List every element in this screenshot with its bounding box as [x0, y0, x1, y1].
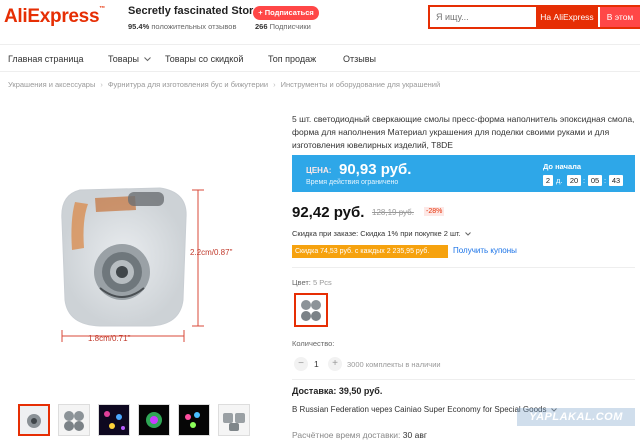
quantity-minus-button[interactable]: −	[294, 357, 308, 371]
current-price: 92,42 руб.	[292, 204, 365, 221]
promo-note: Время действия ограничено	[306, 179, 399, 186]
quantity-plus-button[interactable]: +	[328, 357, 342, 371]
promo-price-label: ЦЕНА:	[306, 166, 332, 175]
color-label-text: Цвет:	[292, 278, 311, 287]
product-title: 5 шт. светодиодный сверкающие смолы прес…	[292, 114, 635, 150]
nav-home[interactable]: Главная страница	[8, 54, 84, 64]
countdown-hours: 20	[567, 175, 581, 186]
breadcrumb: Украшения и аксессуары › Фурнитура для изг…	[8, 80, 440, 89]
old-price: 128,19 руб.	[372, 208, 414, 217]
nav-top[interactable]: Топ продаж	[268, 54, 316, 64]
get-coupons-link[interactable]: Получить купоны	[453, 246, 517, 255]
followers-count: 266 Подписчики	[255, 22, 311, 31]
countdown-minutes: 05	[588, 175, 602, 186]
store-name[interactable]: Secretly fascinated Store	[128, 5, 259, 17]
watermark: YAPLAKAL.COM	[517, 408, 635, 426]
search-input[interactable]	[430, 7, 536, 27]
thumbnail-strip	[18, 404, 258, 436]
color-label: Цвет: 5 Pcs	[292, 278, 332, 287]
store-rating: 95.4% положительных отзывов	[128, 22, 237, 31]
countdown-label: До начала	[543, 162, 582, 171]
color-option-swatch[interactable]	[294, 293, 328, 327]
discount-badge: -28%	[424, 207, 445, 216]
chevron-down-icon	[144, 57, 152, 62]
chevron-right-icon: ›	[100, 80, 103, 89]
search-aliexpress-button[interactable]: На AliExpress	[536, 7, 598, 27]
color-value: 5 Pcs	[312, 278, 332, 287]
delivery-time: Расчётное время доставки: 30 авг	[292, 430, 427, 440]
nav-sale[interactable]: Товары со скидкой	[165, 54, 243, 64]
store-nav: Главная страница Товары Товары со скидко…	[0, 44, 640, 72]
breadcrumb-item[interactable]: Инструменты и оборудование для украшений	[281, 80, 441, 89]
countdown-seconds: 43	[609, 175, 623, 186]
dimension-height: 2.2cm/0.87"	[190, 248, 233, 257]
breadcrumb-item[interactable]: Украшения и аксессуары	[8, 80, 95, 89]
search-store-button[interactable]: В этом	[600, 7, 640, 27]
thumbnail-6[interactable]	[218, 404, 250, 436]
divider	[292, 379, 635, 380]
promo-price: 90,93 руб.	[339, 161, 412, 178]
nav-reviews[interactable]: Отзывы	[343, 54, 376, 64]
quantity-value[interactable]: 1	[314, 359, 319, 369]
divider	[292, 267, 635, 268]
thumbnail-4[interactable]	[138, 404, 170, 436]
nav-products[interactable]: Товары	[108, 54, 152, 64]
countdown-days: 2	[543, 175, 553, 186]
thumbnail-2[interactable]	[58, 404, 90, 436]
chevron-down-icon	[464, 232, 471, 236]
breadcrumb-item[interactable]: Фурнитура для изготовления бус и бижутер…	[108, 80, 268, 89]
order-discount[interactable]: Скидка при заказе: Скидка 1% при покупке…	[292, 229, 471, 238]
quantity-label: Количество:	[292, 339, 335, 348]
search-bar: На AliExpress В этом	[428, 5, 640, 29]
countdown-separator: :	[583, 176, 586, 185]
thumbnail-3[interactable]	[98, 404, 130, 436]
subscribe-button[interactable]: + Подписаться	[253, 6, 319, 20]
countdown-days-label: д.	[556, 176, 563, 185]
stock-count: 3000 комплекты в наличии	[347, 360, 441, 369]
coupon-badge[interactable]: Скидка 74,53 руб. с каждых 2 235,95 руб.	[292, 245, 448, 258]
dimension-width: 1.8cm/0.71"	[88, 334, 131, 343]
delivery-cost: Доставка: 39,50 руб.	[292, 386, 383, 396]
aliexpress-logo[interactable]: AliExpress™	[4, 6, 105, 28]
thumbnail-5[interactable]	[178, 404, 210, 436]
header: AliExpress™ Secretly fascinated Store 95…	[0, 0, 640, 40]
chevron-right-icon: ›	[273, 80, 276, 89]
thumbnail-1[interactable]	[18, 404, 50, 436]
countdown-separator: :	[604, 176, 607, 185]
promo-banner: ЦЕНА: 90,93 руб. Время действия ограниче…	[292, 155, 635, 192]
